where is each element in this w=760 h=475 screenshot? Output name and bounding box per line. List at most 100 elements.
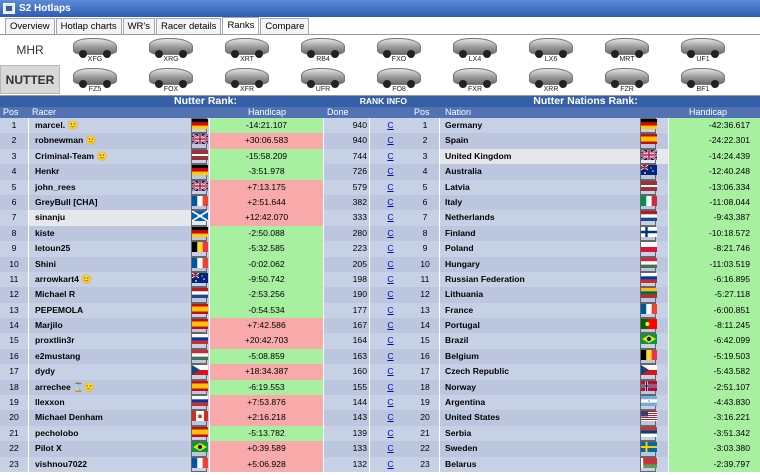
compare-link[interactable]: C [370, 256, 411, 272]
car-lx4[interactable]: LX4 [445, 35, 505, 65]
compare-link[interactable]: C [370, 302, 411, 319]
compare-link[interactable]: C [370, 194, 411, 211]
table-row[interactable]: 10 Shini -0:02.062 205 C [0, 256, 411, 272]
compare-link[interactable]: C [370, 133, 411, 149]
car-fz5[interactable]: FZ5 [65, 65, 125, 95]
nation-header[interactable]: Nation [445, 107, 471, 118]
handicap-header[interactable]: Handicap [248, 107, 286, 118]
compare-link[interactable]: C [370, 148, 411, 165]
table-row[interactable]: 11 arrowkart4 🙂 -9:50.742 198 C [0, 271, 411, 288]
racer-cell[interactable]: arrowkart4 🙂 [29, 271, 209, 288]
pos-header[interactable]: Pos [414, 107, 430, 118]
nutter-button[interactable]: NUTTER [0, 65, 60, 94]
racer-cell[interactable]: dydy [29, 364, 209, 380]
handicap-header[interactable]: Handicap [689, 107, 727, 118]
rank-info-link[interactable]: RANK INFO [360, 96, 407, 107]
table-row[interactable]: 21 Serbia -3:51.342 [411, 425, 760, 442]
table-row[interactable]: 20 Michael Denham +2:16.218 143 C [0, 410, 411, 426]
racer-cell[interactable]: Michael Denham [29, 410, 209, 426]
nation-cell[interactable]: Norway [440, 379, 668, 396]
table-row[interactable]: 13 France -6:00.851 [411, 302, 760, 319]
table-row[interactable]: 6 GreyBull [CHA] +2:51.644 382 C [0, 194, 411, 211]
racer-cell[interactable]: proxtlin3r [29, 333, 209, 349]
car-rb4[interactable]: RB4 [293, 35, 353, 65]
table-row[interactable]: 17 dydy +18:34.387 160 C [0, 364, 411, 380]
racer-cell[interactable]: arrechee ⌛🙂 [29, 379, 209, 396]
table-row[interactable]: 1 marcel. 🙂 -14:21.107 940 C [0, 118, 411, 134]
racer-cell[interactable]: llexxon [29, 395, 209, 411]
table-row[interactable]: 23 vishnou7022 +5:06.928 132 C [0, 456, 411, 472]
table-row[interactable]: 12 Michael R -2:53.256 190 C [0, 287, 411, 303]
compare-link[interactable]: C [370, 395, 411, 411]
tab-overview[interactable]: Overview [5, 18, 55, 34]
table-row[interactable]: 3 United Kingdom -14:24.439 [411, 148, 760, 165]
tab-ranks[interactable]: Ranks [222, 17, 260, 34]
mhr-button[interactable]: MHR [0, 35, 60, 64]
racer-cell[interactable]: john_rees [29, 179, 209, 195]
racer-cell[interactable]: sinanju [29, 210, 209, 226]
nation-cell[interactable]: Argentina [440, 395, 668, 411]
table-row[interactable]: 2 Spain -24:22.301 [411, 133, 760, 149]
racer-cell[interactable]: Michael R [29, 287, 209, 303]
nation-cell[interactable]: Serbia [440, 425, 668, 442]
table-row[interactable]: 5 Latvia -13:06.334 [411, 179, 760, 195]
table-row[interactable]: 3 Criminal-Team 🙂 -15:58.209 744 C [0, 148, 411, 165]
racer-cell[interactable]: Criminal-Team 🙂 [29, 148, 209, 165]
table-row[interactable]: 13 PEPEMOLA -0:54.534 177 C [0, 302, 411, 319]
racer-cell[interactable]: GreyBull [CHA] [29, 194, 209, 211]
racer-header[interactable]: Racer [32, 107, 56, 118]
car-lx6[interactable]: LX6 [521, 35, 581, 65]
nation-cell[interactable]: Russian Federation [440, 271, 668, 288]
racer-cell[interactable]: PEPEMOLA [29, 302, 209, 319]
racer-cell[interactable]: Henkr [29, 164, 209, 180]
table-row[interactable]: 1 Germany -42:36.617 [411, 118, 760, 134]
table-row[interactable]: 10 Hungary -11:03.519 [411, 256, 760, 272]
table-row[interactable]: 19 llexxon +7:53.876 144 C [0, 395, 411, 411]
table-row[interactable]: 16 e2mustang -5:08.859 163 C [0, 348, 411, 365]
table-row[interactable]: 2 robnewman 🙂 +30:06.583 940 C [0, 133, 411, 149]
racer-cell[interactable]: kiste [29, 225, 209, 242]
car-mrt[interactable]: MRT [597, 35, 657, 65]
compare-link[interactable]: C [370, 441, 411, 457]
compare-link[interactable]: C [370, 410, 411, 426]
table-row[interactable]: 17 Czech Republic -5:43.582 [411, 364, 760, 380]
racer-cell[interactable]: robnewman 🙂 [29, 133, 209, 149]
table-row[interactable]: 22 Sweden -3:03.380 [411, 441, 760, 457]
nation-cell[interactable]: Netherlands [440, 210, 668, 226]
tab-wr-s[interactable]: WR's [122, 18, 155, 34]
compare-link[interactable]: C [370, 364, 411, 380]
nation-cell[interactable]: Belarus [440, 456, 668, 472]
racer-cell[interactable]: letoun25 [29, 241, 209, 257]
compare-link[interactable]: C [370, 287, 411, 303]
table-row[interactable]: 4 Australia -12:40.248 [411, 164, 760, 180]
table-row[interactable]: 14 Portugal -8:11.245 [411, 318, 760, 334]
pos-header[interactable]: Pos [3, 107, 19, 118]
car-fxo[interactable]: FXO [369, 35, 429, 65]
racer-cell[interactable]: Marjilo [29, 318, 209, 334]
nation-cell[interactable]: United Kingdom [440, 148, 668, 165]
compare-link[interactable]: C [370, 241, 411, 257]
car-fo8[interactable]: FO8 [369, 65, 429, 95]
table-row[interactable]: 7 Netherlands -9:43.387 [411, 210, 760, 226]
table-row[interactable]: 8 kiste -2:50.088 280 C [0, 225, 411, 242]
car-fxr[interactable]: FXR [445, 65, 505, 95]
car-xrr[interactable]: XRR [521, 65, 581, 95]
car-ufr[interactable]: UFR [293, 65, 353, 95]
car-bf1[interactable]: BF1 [673, 65, 733, 95]
table-row[interactable]: 15 Brazil -6:42.099 [411, 333, 760, 349]
table-row[interactable]: 22 Pilot X +0:39.589 133 C [0, 441, 411, 457]
compare-link[interactable]: C [370, 348, 411, 365]
compare-link[interactable]: C [370, 425, 411, 442]
nation-cell[interactable]: Lithuania [440, 287, 668, 303]
compare-link[interactable]: C [370, 164, 411, 180]
nation-cell[interactable]: Belgium [440, 348, 668, 365]
nation-cell[interactable]: Poland [440, 241, 668, 257]
nation-cell[interactable]: Spain [440, 133, 668, 149]
nation-cell[interactable]: Portugal [440, 318, 668, 334]
nation-cell[interactable]: Brazil [440, 333, 668, 349]
car-xrg[interactable]: XRG [141, 35, 201, 65]
table-row[interactable]: 23 Belarus -2:39.797 [411, 456, 760, 472]
compare-link[interactable]: C [370, 118, 411, 134]
table-row[interactable]: 15 proxtlin3r +20:42.703 164 C [0, 333, 411, 349]
car-uf1[interactable]: UF1 [673, 35, 733, 65]
